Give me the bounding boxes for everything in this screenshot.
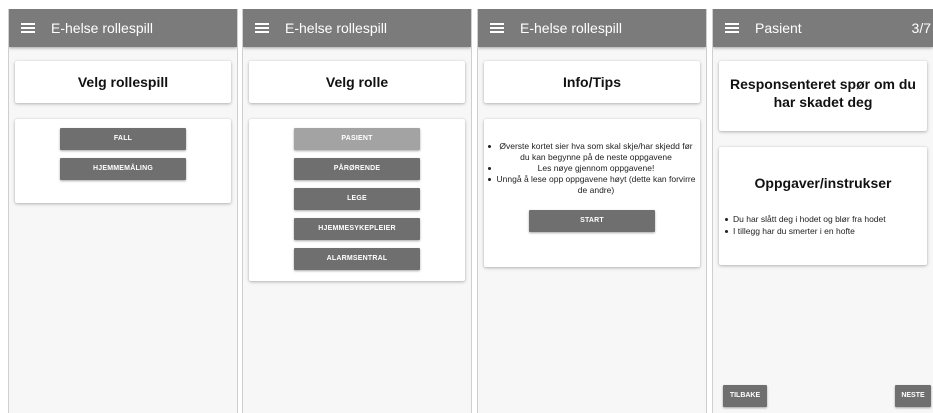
situation-title: Responsenteret spør om du har skadet deg — [730, 76, 916, 110]
app-bar: E-helse rollespill — [478, 9, 706, 47]
card-title: Velg rolle — [325, 74, 389, 90]
title-card: Info/Tips — [484, 61, 700, 103]
tips-card: Øverste kortet sier hva som skal skje/ha… — [484, 119, 700, 267]
options-card: FALL HJEMMEMÅLING — [15, 119, 231, 203]
app-bar: E-helse rollespill — [9, 9, 237, 47]
tips-list: Øverste kortet sier hva som skal skje/ha… — [484, 141, 700, 196]
role-alarm-central-button[interactable]: ALARMSENTRAL — [294, 248, 420, 270]
tip-item: Les nøye gjennom oppgavene! — [484, 163, 700, 174]
task-item: Du har slått deg i hodet og blør fra hod… — [723, 213, 927, 225]
tasks-title: Oppgaver/instrukser — [754, 175, 892, 191]
task-item: I tillegg har du smerter i en hofte — [723, 225, 927, 237]
tip-item: Unngå å lese opp oppgavene høyt (dette k… — [484, 174, 700, 196]
roles-card: PASIENT PÅRØRENDE LEGE HJEMMESYKEPLEIER … — [249, 119, 465, 281]
hamburger-menu-icon[interactable] — [725, 22, 741, 34]
app-title: E-helse rollespill — [285, 20, 387, 36]
hamburger-menu-icon[interactable] — [255, 22, 271, 34]
app-title: E-helse rollespill — [51, 20, 153, 36]
role-patient-button[interactable]: PASIENT — [294, 128, 420, 150]
screen-info-tips: E-helse rollespill Info/Tips Øverste kor… — [477, 9, 707, 413]
screen-select-roleplay: E-helse rollespill Velg rollespill FALL … — [8, 9, 238, 413]
role-home-nurse-button[interactable]: HJEMMESYKEPLEIER — [294, 218, 420, 240]
tip-item: Øverste kortet sier hva som skal skje/ha… — [484, 141, 700, 163]
screenshot-stage: E-helse rollespill Velg rollespill FALL … — [0, 0, 933, 413]
card-title: Velg rollespill — [77, 74, 169, 90]
app-bar: E-helse rollespill — [243, 9, 471, 47]
fall-button[interactable]: FALL — [60, 128, 186, 150]
role-relative-button[interactable]: PÅRØRENDE — [294, 158, 420, 180]
card-title: Info/Tips — [562, 74, 622, 90]
app-title: Pasient — [755, 20, 802, 36]
screen-select-role: E-helse rollespill Velg rolle PASIENT PÅ… — [242, 9, 472, 413]
title-card: Velg rolle — [249, 61, 465, 103]
tasks-card: Oppgaver/instrukser Du har slått deg i h… — [719, 147, 927, 265]
back-button[interactable]: TILBAKE — [723, 385, 767, 407]
hamburger-menu-icon[interactable] — [490, 22, 506, 34]
tasks-list: Du har slått deg i hodet og blør fra hod… — [723, 213, 927, 237]
next-button[interactable]: NESTE — [895, 385, 931, 407]
situation-card: Responsenteret spør om du har skadet deg — [719, 61, 927, 131]
hamburger-menu-icon[interactable] — [21, 22, 37, 34]
role-doctor-button[interactable]: LEGE — [294, 188, 420, 210]
app-bar: Pasient 3/7 — [713, 9, 933, 47]
title-card: Velg rollespill — [15, 61, 231, 103]
home-measurement-button[interactable]: HJEMMEMÅLING — [60, 158, 186, 180]
start-button[interactable]: START — [529, 210, 655, 232]
step-counter: 3/7 — [911, 20, 931, 36]
screen-patient-task: Pasient 3/7 Responsenteret spør om du ha… — [712, 9, 933, 413]
app-title: E-helse rollespill — [520, 20, 622, 36]
